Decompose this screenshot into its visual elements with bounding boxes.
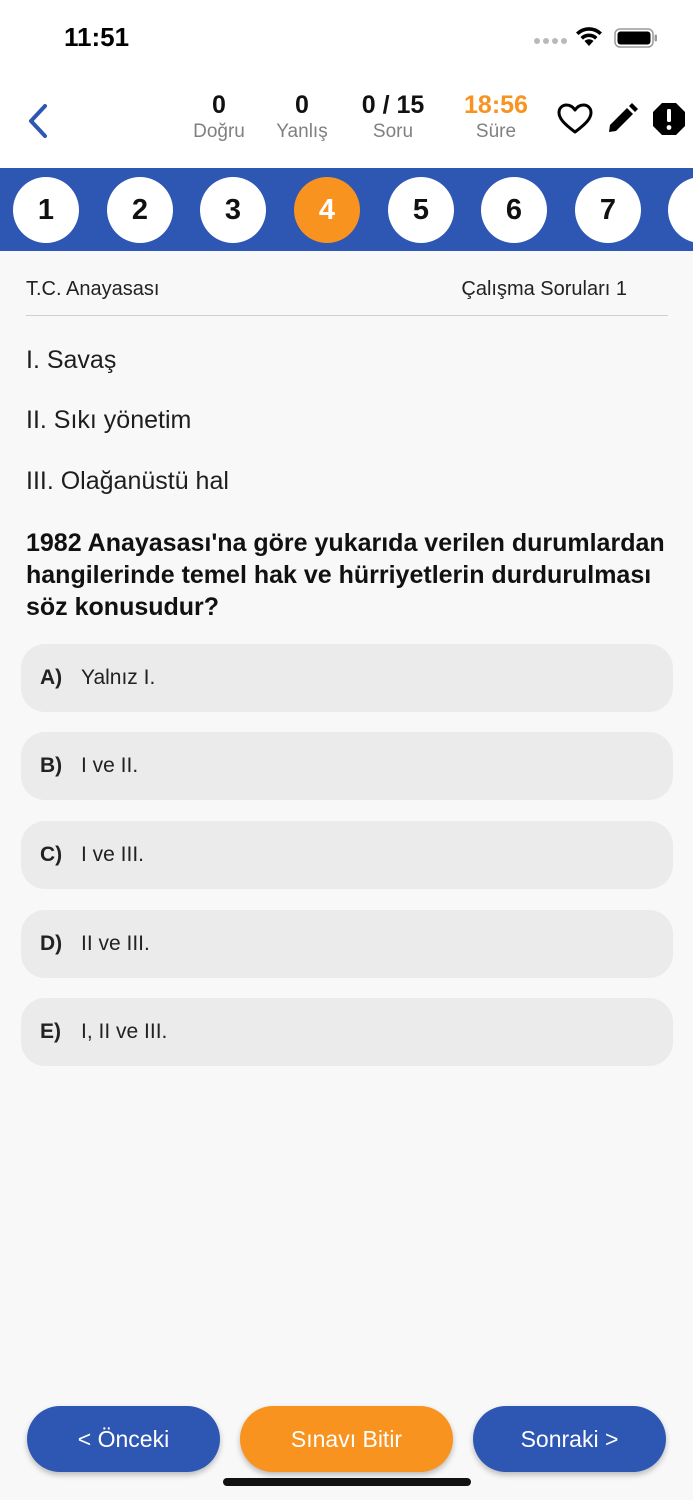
back-button[interactable]: [18, 96, 58, 146]
option-text: I ve II.: [81, 754, 139, 777]
next-button[interactable]: Sonraki >: [473, 1406, 666, 1472]
option-letter: E): [40, 1020, 61, 1043]
previous-button[interactable]: < Önceki: [27, 1406, 220, 1472]
option-e[interactable]: E) I, II ve III.: [21, 998, 673, 1066]
option-letter: C): [40, 843, 63, 866]
question-nav-item-active[interactable]: 4: [294, 177, 360, 243]
option-letter: B): [40, 754, 63, 777]
question-nav-item-partial[interactable]: [668, 177, 693, 243]
wrong-count-value: 0: [295, 91, 309, 119]
option-c[interactable]: C) I ve III.: [21, 821, 673, 889]
wifi-icon: [576, 27, 602, 46]
question-meta: T.C. Anayasası Çalışma Soruları 1: [26, 278, 668, 316]
option-d[interactable]: D) II ve III.: [21, 910, 673, 978]
battery-icon: [614, 28, 657, 48]
premise-item: I. Savaş: [26, 346, 117, 374]
heart-icon: [557, 103, 593, 134]
correct-count-value: 0: [212, 91, 226, 119]
wrong-count: 0 Yanlış: [273, 90, 331, 144]
option-text: I ve III.: [81, 843, 145, 866]
question-nav-item[interactable]: 5: [388, 177, 454, 243]
correct-count-label: Doğru: [193, 121, 245, 142]
option-b[interactable]: B) I ve II.: [21, 732, 673, 800]
correct-count: 0 Doğru: [188, 90, 250, 144]
premise-item: III. Olağanüstü hal: [26, 467, 229, 495]
quiz-header: 0 Doğru 0 Yanlış 0 / 15 Soru 18:56 Süre: [0, 78, 693, 168]
question-nav-strip: 1 2 3 4 5 6 7: [0, 168, 693, 251]
cellular-signal-icon: [534, 38, 567, 44]
question-progress-label: Soru: [372, 121, 414, 142]
question-progress-value: 0 / 15: [361, 91, 425, 119]
timer: 18:56 Süre: [455, 90, 537, 144]
question-nav-item[interactable]: 1: [13, 177, 79, 243]
edit-button[interactable]: [603, 100, 641, 138]
question-nav-item[interactable]: 7: [575, 177, 641, 243]
status-bar: 11:51: [0, 0, 693, 78]
timer-value: 18:56: [464, 91, 528, 119]
option-a[interactable]: A) Yalnız I.: [21, 644, 673, 712]
subject-label: T.C. Anayasası: [26, 278, 160, 300]
option-letter: A): [40, 666, 63, 689]
question-nav-item[interactable]: 6: [481, 177, 547, 243]
home-indicator: [223, 1478, 471, 1486]
option-letter: D): [40, 932, 63, 955]
premise-item: II. Sıkı yönetim: [26, 406, 192, 434]
question-set-label: Çalışma Soruları 1: [461, 278, 627, 300]
option-text: I, II ve III.: [81, 1020, 168, 1043]
question-progress: 0 / 15 Soru: [354, 90, 432, 144]
finish-exam-button[interactable]: Sınavı Bitir: [240, 1406, 453, 1472]
favorite-button[interactable]: [556, 100, 594, 138]
status-time: 11:51: [64, 22, 130, 52]
wrong-count-label: Yanlış: [276, 121, 328, 142]
alert-octagon-icon: [653, 103, 685, 135]
option-text: II ve III.: [81, 932, 150, 955]
timer-label: Süre: [475, 121, 517, 142]
question-text: 1982 Anayasası'na göre yukarıda verilen …: [26, 529, 665, 621]
question-nav-item[interactable]: 2: [107, 177, 173, 243]
pencil-icon: [609, 103, 638, 132]
option-text: Yalnız I.: [81, 666, 156, 689]
report-button[interactable]: [650, 100, 688, 138]
quiz-screen: 11:51 0 Doğru 0 Yanlış 0 / 15 Soru 18:56…: [0, 0, 693, 1500]
back-chevron-icon: [29, 104, 47, 138]
question-nav-item[interactable]: 3: [200, 177, 266, 243]
